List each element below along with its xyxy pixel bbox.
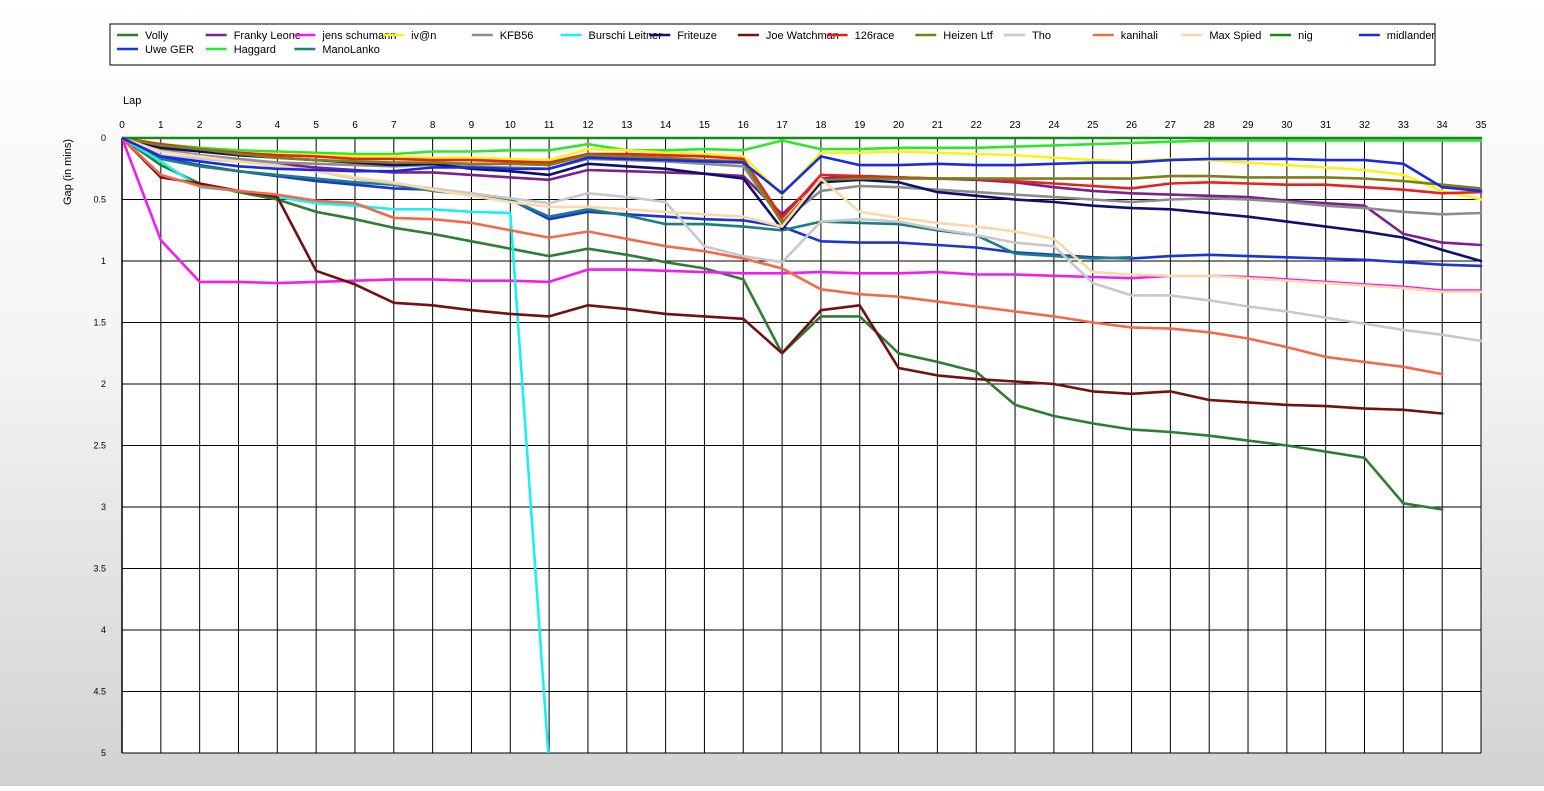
legend-label-tho: Tho: [1032, 30, 1051, 42]
x-tick-label-28: 28: [1204, 120, 1216, 131]
x-tick-label-4: 4: [275, 120, 281, 131]
legend-label-franky-leone: Franky Leone: [234, 30, 301, 42]
x-tick-label-16: 16: [738, 120, 750, 131]
x-tick-label-5: 5: [313, 120, 319, 131]
x-tick-label-10: 10: [505, 120, 517, 131]
x-tick-label-18: 18: [815, 120, 827, 131]
x-tick-label-17: 17: [777, 120, 789, 131]
x-tick-label-31: 31: [1320, 120, 1332, 131]
lap-gap-chart: Volly Franky Leone jens schumann iv@n KFB56 B…: [0, 0, 1544, 786]
legend-label-manolanko: ManoLanko: [322, 44, 380, 56]
legend-label-iv-n: iv@n: [411, 30, 436, 42]
legend-label-nig: nig: [1298, 30, 1313, 42]
x-tick-label-2: 2: [197, 120, 203, 131]
legend-label-haggard: Haggard: [234, 44, 276, 56]
legend-label-kfb56: KFB56: [500, 30, 534, 42]
x-tick-label-6: 6: [352, 120, 358, 131]
x-tick-label-30: 30: [1281, 120, 1293, 131]
y-tick-label-1: 1: [101, 256, 106, 266]
y-tick-label-0: 0: [101, 133, 106, 143]
legend-label-max-spied: Max Spied: [1209, 30, 1261, 42]
y-tick-label-3-5: 3.5: [93, 564, 106, 574]
y-tick-label-4: 4: [101, 625, 106, 635]
x-tick-label-8: 8: [430, 120, 436, 131]
legend-label-kanihali: kanihali: [1121, 30, 1158, 42]
legend-label-friteuze: Friteuze: [677, 30, 717, 42]
x-tick-label-22: 22: [971, 120, 983, 131]
legend-label-uwe-ger: Uwe GER: [145, 44, 194, 56]
legend-label-heizen-ltf: Heizen Ltf: [943, 30, 993, 42]
x-tick-label-25: 25: [1087, 120, 1099, 131]
x-tick-label-35: 35: [1475, 120, 1487, 131]
x-axis-label: Lap: [123, 95, 141, 107]
y-axis-label: Gap (in mins): [62, 139, 74, 205]
x-tick-label-27: 27: [1165, 120, 1177, 131]
y-tick-label-1-5: 1.5: [93, 318, 106, 328]
chart-canvas: Volly Franky Leone jens schumann iv@n KFB56 B…: [62, 23, 1487, 758]
x-tick-label-34: 34: [1437, 120, 1449, 131]
y-tick-label-4-5: 4.5: [93, 687, 106, 697]
x-tick-label-24: 24: [1048, 120, 1060, 131]
y-tick-label-2-5: 2.5: [93, 441, 106, 451]
x-tick-label-12: 12: [582, 120, 594, 131]
x-tick-label-19: 19: [854, 120, 866, 131]
x-tick-label-1: 1: [158, 120, 164, 131]
x-tick-label-23: 23: [1009, 120, 1021, 131]
x-tick-label-3: 3: [236, 120, 242, 131]
x-tick-label-29: 29: [1242, 120, 1254, 131]
legend: Volly Franky Leone jens schumann iv@n KFB56 B…: [109, 23, 1436, 66]
x-tick-label-11: 11: [544, 120, 555, 131]
x-tick-label-26: 26: [1126, 120, 1138, 131]
y-tick-label-2: 2: [101, 379, 106, 389]
x-tick-label-15: 15: [699, 120, 711, 131]
x-tick-label-14: 14: [660, 120, 672, 131]
y-tick-label-0-5: 0.5: [93, 195, 106, 205]
x-tick-label-20: 20: [893, 120, 905, 131]
legend-label-126race: 126race: [855, 30, 895, 42]
x-tick-label-32: 32: [1359, 120, 1371, 131]
x-tick-label-21: 21: [932, 120, 944, 131]
x-tick-label-9: 9: [469, 120, 475, 131]
legend-label-midlander: midlander: [1387, 30, 1436, 42]
legend-label-volly: Volly: [145, 30, 169, 42]
y-tick-label-3: 3: [101, 502, 106, 512]
x-tick-label-0: 0: [119, 120, 125, 131]
x-tick-label-13: 13: [621, 120, 633, 131]
y-tick-label-5: 5: [101, 748, 106, 758]
x-tick-label-33: 33: [1398, 120, 1410, 131]
x-tick-label-7: 7: [391, 120, 397, 131]
